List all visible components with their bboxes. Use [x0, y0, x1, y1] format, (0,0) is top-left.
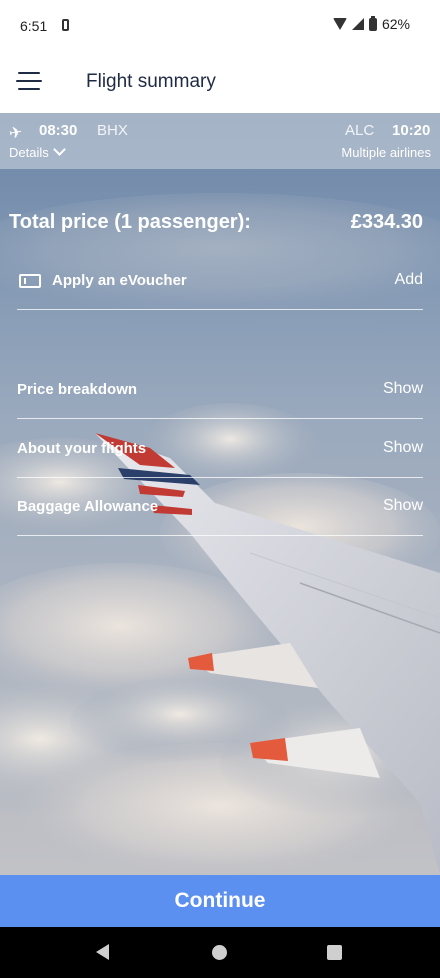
- price-breakdown-row[interactable]: Price breakdown Show: [17, 361, 423, 419]
- page-title: Flight summary: [86, 71, 216, 92]
- evoucher-label: Apply an eVoucher: [52, 272, 187, 289]
- total-price-label: Total price (1 passenger):: [9, 211, 251, 233]
- evoucher-row[interactable]: Apply an eVoucher Add: [17, 252, 423, 310]
- total-price-value: £334.30: [350, 211, 423, 233]
- details-label: Details: [9, 145, 49, 160]
- departure-airport-code: BHX: [97, 122, 128, 139]
- menu-icon[interactable]: [16, 72, 44, 94]
- arrival-airport-code: ALC: [345, 122, 375, 139]
- continue-button[interactable]: Continue: [0, 875, 440, 927]
- about-flights-row[interactable]: About your flights Show: [17, 420, 423, 478]
- sim-card-icon: [62, 19, 69, 31]
- status-icons: 62%: [332, 15, 410, 32]
- departure-time: 08:30: [39, 122, 78, 139]
- price-breakdown-label: Price breakdown: [17, 381, 138, 398]
- baggage-allowance-show-button[interactable]: Show: [383, 497, 423, 515]
- price-breakdown-show-button[interactable]: Show: [383, 380, 423, 398]
- baggage-allowance-row[interactable]: Baggage Allowance Show: [17, 478, 423, 536]
- baggage-allowance-label: Baggage Allowance: [17, 498, 159, 515]
- voucher-icon: [19, 274, 41, 288]
- recents-icon[interactable]: [327, 945, 342, 960]
- hero-background: ✈ 08:30 BHX ALC 10:20 Details Multiple a…: [0, 113, 440, 875]
- app-header: Flight summary: [0, 52, 440, 113]
- battery-percent: 62%: [381, 16, 410, 32]
- battery-icon: [368, 15, 377, 31]
- home-icon[interactable]: [212, 945, 227, 960]
- flight-info-bar: ✈ 08:30 BHX ALC 10:20 Details Multiple a…: [0, 113, 440, 169]
- back-icon[interactable]: [96, 944, 109, 960]
- system-nav-bar: [0, 927, 440, 978]
- arrival-time: 10:20: [392, 122, 431, 139]
- about-flights-show-button[interactable]: Show: [383, 439, 423, 457]
- add-evoucher-button[interactable]: Add: [395, 271, 423, 289]
- wifi-icon: [332, 18, 347, 30]
- airplane-icon: ✈: [7, 123, 24, 144]
- airlines-label: Multiple airlines: [341, 145, 431, 160]
- status-time: 6:51: [20, 18, 48, 34]
- signal-icon: [351, 18, 364, 30]
- details-toggle[interactable]: Details: [9, 143, 66, 160]
- status-bar: 6:51 62%: [0, 0, 440, 52]
- about-flights-label: About your flights: [17, 440, 147, 457]
- chevron-down-icon: [52, 143, 66, 156]
